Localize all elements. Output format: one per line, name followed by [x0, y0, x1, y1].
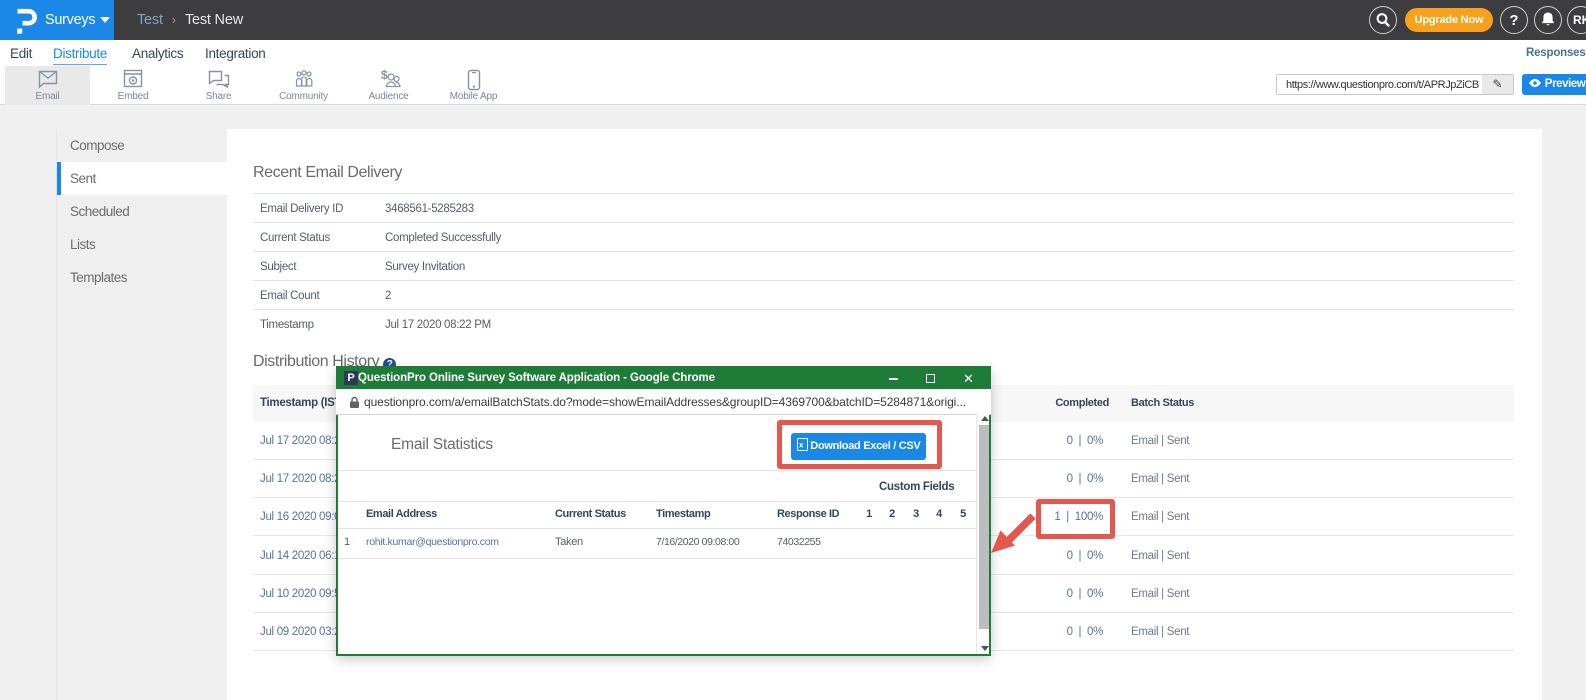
svg-text:$: $ [381, 69, 388, 82]
